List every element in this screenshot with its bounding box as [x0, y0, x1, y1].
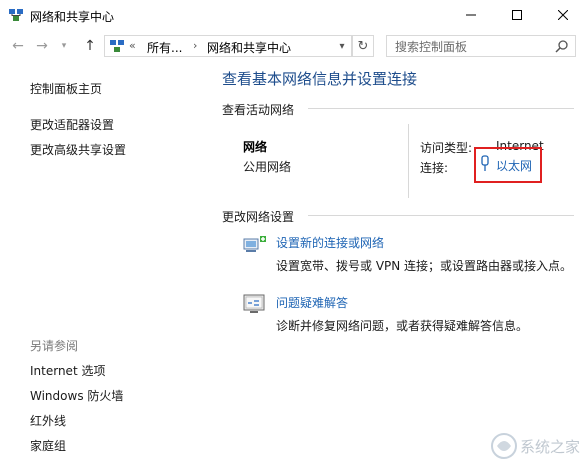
maximize-icon: [512, 10, 522, 20]
address-overflow[interactable]: «: [129, 39, 136, 52]
page-title: 查看基本网络信息并设置连接: [222, 70, 418, 88]
minimize-button[interactable]: [448, 0, 494, 30]
network-center-icon: [110, 40, 124, 52]
breadcrumb-network-center[interactable]: 网络和共享中心: [207, 39, 291, 56]
sidebar-link-internet-options[interactable]: Internet 选项: [30, 362, 105, 379]
network-name: 网络: [243, 140, 268, 154]
main-content: 查看基本网络信息并设置连接 查看活动网络 网络 公用网络 访问类型: Inter…: [210, 62, 586, 471]
search-icon: [555, 40, 568, 53]
sidebar-link-infrared[interactable]: 红外线: [30, 412, 66, 429]
new-connection-icon: [243, 236, 266, 252]
breadcrumb-all-items[interactable]: 所有...: [147, 39, 182, 56]
chevron-down-icon: ▾: [339, 40, 345, 52]
section-divider: [308, 108, 574, 109]
section-divider: [308, 215, 574, 216]
network-category: 公用网络: [243, 160, 292, 174]
search-box[interactable]: [386, 35, 576, 57]
refresh-icon: ↻: [357, 38, 369, 54]
maximize-button[interactable]: [494, 0, 540, 30]
recent-locations-button[interactable]: ▾: [56, 38, 72, 54]
sidebar-link-homegroup[interactable]: 家庭组: [30, 437, 66, 454]
close-icon: [558, 10, 568, 20]
close-button[interactable]: [540, 0, 586, 30]
sidebar-link-windows-firewall[interactable]: Windows 防火墙: [30, 387, 123, 404]
ethernet-connection-link[interactable]: 以太网: [496, 157, 532, 174]
sidebar-link-adapter-settings[interactable]: 更改适配器设置: [30, 116, 114, 133]
breadcrumb-separator[interactable]: ›: [193, 39, 197, 52]
troubleshoot-icon: [243, 294, 265, 313]
minimize-icon: [466, 14, 476, 16]
forward-button[interactable]: →: [34, 38, 50, 54]
back-button[interactable]: ←: [10, 38, 26, 54]
connections-label: 连接:: [420, 161, 449, 175]
window-title: 网络和共享中心: [30, 10, 115, 24]
change-settings-heading: 更改网络设置: [222, 210, 295, 224]
troubleshoot-link[interactable]: 问题疑难解答: [276, 294, 348, 311]
up-button[interactable]: ↑: [82, 38, 98, 54]
setup-new-connection-link[interactable]: 设置新的连接或网络: [276, 234, 384, 251]
vertical-divider: [408, 124, 409, 198]
watermark-text: 系统之家: [520, 438, 580, 456]
sidebar-link-advanced-sharing[interactable]: 更改高级共享设置: [30, 141, 126, 158]
arrow-right-icon: →: [36, 38, 48, 54]
address-dropdown-button[interactable]: ▾: [335, 36, 349, 56]
sidebar: 控制面板主页 更改适配器设置 更改高级共享设置 另请参阅 Internet 选项…: [0, 62, 210, 471]
address-bar[interactable]: « 所有... › 网络和共享中心: [104, 35, 352, 57]
search-input[interactable]: [395, 39, 545, 54]
network-center-icon: [9, 9, 23, 21]
arrow-up-icon: ↑: [84, 38, 96, 54]
access-type-label: 访问类型:: [420, 141, 473, 155]
setup-new-connection-desc: 设置宽带、拨号或 VPN 连接；或设置路由器或接入点。: [276, 259, 573, 273]
troubleshoot-desc: 诊断并修复网络问题，或者获得疑难解答信息。: [276, 319, 529, 333]
ethernet-icon: [481, 155, 489, 171]
chevron-down-icon: ▾: [61, 41, 67, 51]
sidebar-link-control-panel-home[interactable]: 控制面板主页: [30, 80, 102, 97]
see-also-heading: 另请参阅: [30, 339, 79, 353]
refresh-button[interactable]: ↻: [352, 35, 374, 57]
arrow-left-icon: ←: [12, 38, 24, 54]
active-networks-heading: 查看活动网络: [222, 103, 295, 117]
watermark-logo: 系统之家: [491, 433, 580, 459]
title-bar: 网络和共享中心: [0, 0, 586, 30]
